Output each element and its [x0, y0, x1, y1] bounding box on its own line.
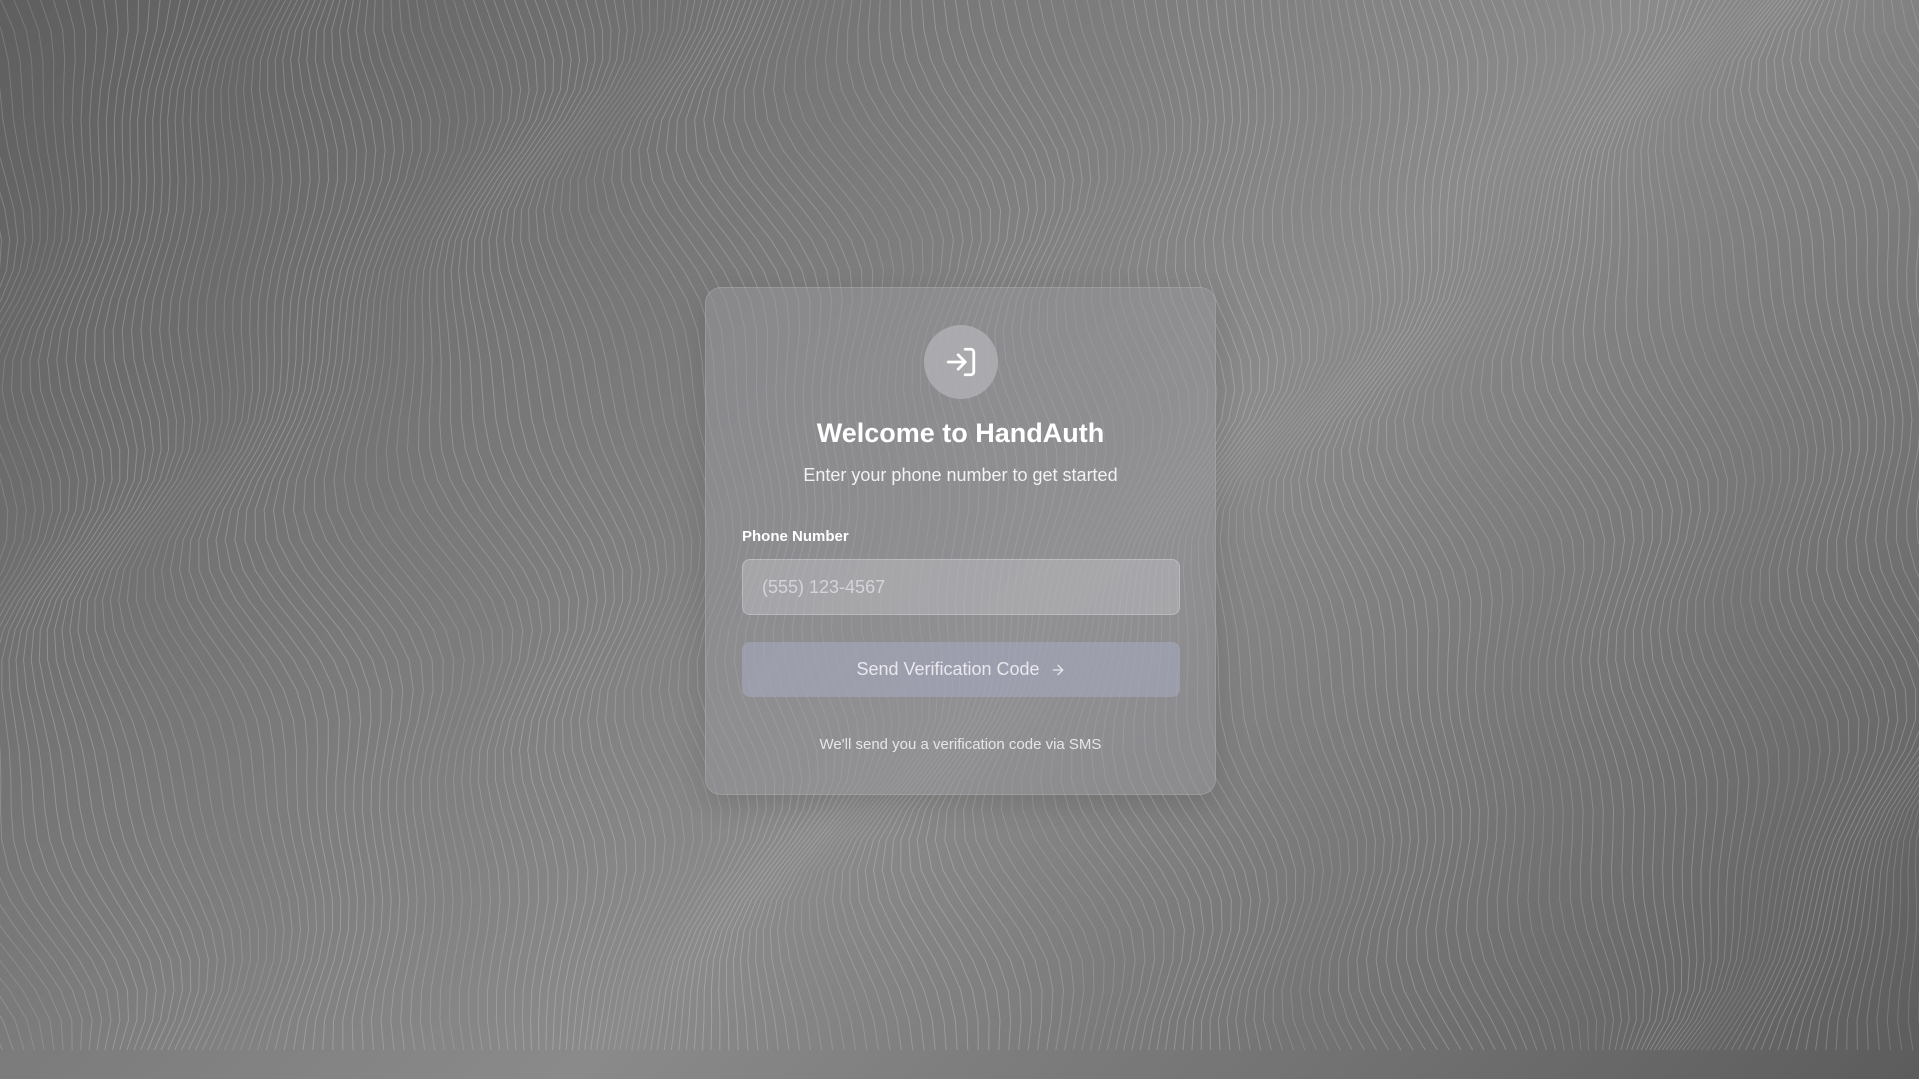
sign-in-icon	[946, 347, 976, 377]
phone-number-input[interactable]	[742, 559, 1180, 615]
send-verification-code-label: Send Verification Code	[856, 659, 1040, 679]
logo-badge	[924, 325, 998, 399]
login-card: Welcome to HandAuth Enter your phone num…	[705, 287, 1216, 795]
page-title: Welcome to HandAuth	[816, 418, 1105, 448]
phone-number-label: Phone Number	[742, 528, 849, 545]
sms-footnote: We'll send you a verification code via S…	[819, 736, 1102, 753]
send-verification-code-button[interactable]: Send Verification Code	[742, 642, 1180, 697]
login-page: Welcome to HandAuth Enter your phone num…	[0, 0, 1919, 1079]
page-subtitle: Enter your phone number to get started	[803, 465, 1118, 485]
arrow-right-icon	[1050, 662, 1066, 678]
